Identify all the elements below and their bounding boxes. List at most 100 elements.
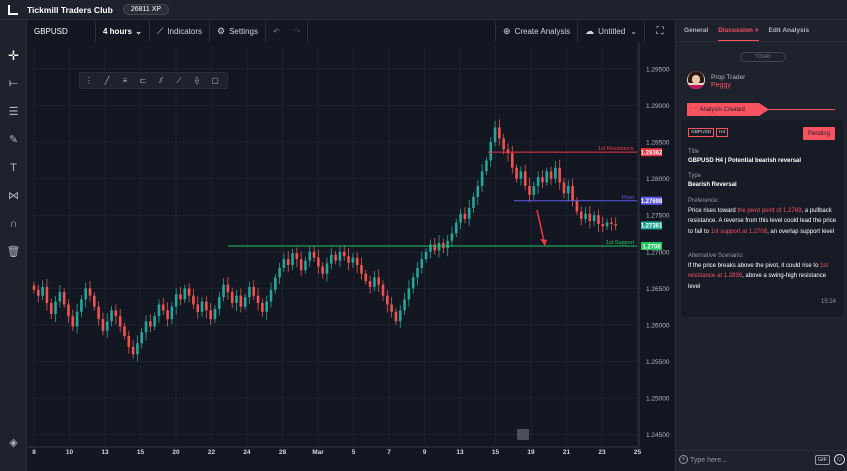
candle-body bbox=[502, 138, 505, 150]
candle-body bbox=[420, 259, 424, 268]
fib-icon[interactable]: ☰ bbox=[5, 103, 22, 120]
drag-icon[interactable]: ⋮ bbox=[80, 73, 98, 88]
y-tick-label: 1.25000 bbox=[646, 396, 670, 403]
candle-body bbox=[407, 288, 411, 300]
candle-body bbox=[183, 288, 187, 300]
app-logo-icon[interactable] bbox=[8, 5, 18, 15]
text-lines-icon[interactable]: ≡ bbox=[116, 73, 134, 88]
price-chart[interactable]: 1.29500 1.29000 1.28500 1.28000 1.27500 1.270… bbox=[27, 42, 675, 471]
symbol-label: GBPUSD bbox=[34, 27, 68, 36]
today-divider: TODAY bbox=[740, 52, 786, 62]
chart-canvas[interactable]: 1.29500 1.29000 1.28500 1.28000 1.27500 1.270… bbox=[27, 42, 675, 471]
layout-dropdown[interactable]: ☁ Untitled ⌄ bbox=[578, 21, 645, 42]
candle-body bbox=[317, 257, 320, 267]
rect-icon[interactable]: ▢ bbox=[206, 73, 224, 88]
candle-body bbox=[222, 284, 225, 298]
chart-background bbox=[27, 42, 675, 471]
magnet-icon[interactable]: ∩ bbox=[5, 215, 22, 232]
preference-text: Price rises toward the pivot point of 1.… bbox=[688, 208, 837, 235]
crosshair-icon[interactable]: ✛ bbox=[5, 47, 22, 64]
candle-body bbox=[252, 286, 256, 296]
y-tick-label: 1.26000 bbox=[646, 322, 670, 329]
fib-tool-icon[interactable]: ⊏ bbox=[134, 73, 152, 88]
candle-body bbox=[140, 332, 144, 344]
type-value: Bearish Reversal bbox=[688, 182, 737, 188]
measure-icon[interactable]: ⟠ bbox=[188, 73, 206, 88]
x-tick-label: 5 bbox=[352, 449, 356, 456]
x-tick-label: 10 bbox=[66, 449, 74, 456]
candle-body bbox=[179, 294, 182, 300]
brush-icon[interactable]: ✎ bbox=[5, 131, 22, 148]
message-composer: + GIF ☺ bbox=[676, 450, 847, 471]
analysis-panel: General Discussion × Edit Analysis TODAY… bbox=[675, 20, 847, 471]
horizontal-line-icon[interactable]: ⟝ bbox=[5, 75, 22, 92]
candle-body bbox=[295, 253, 299, 260]
undo-button[interactable]: ↶ bbox=[266, 21, 287, 42]
candle-body bbox=[579, 211, 583, 219]
pattern-icon[interactable]: ⋈ bbox=[5, 187, 22, 204]
interval-tag: H4 bbox=[716, 128, 729, 137]
tab-discussion-label: Discussion bbox=[718, 26, 753, 34]
x-tick-label: 23 bbox=[598, 449, 606, 456]
create-analysis-button[interactable]: ⊕ Create Analysis bbox=[495, 21, 579, 42]
candle-body bbox=[515, 167, 518, 179]
candle-body bbox=[592, 215, 596, 222]
analysis-created-chip: 📍 Analysis Created bbox=[687, 103, 769, 116]
candle-body bbox=[149, 321, 152, 327]
emoji-icon[interactable]: ☺ bbox=[834, 454, 845, 465]
y-tick-label: 1.27000 bbox=[646, 249, 670, 256]
candle-body bbox=[330, 254, 333, 264]
candle-body bbox=[398, 310, 402, 322]
drawing-tools-sidebar: ✛ ⟝ ☰ ✎ T ⋈ ∩ 🗑 ◈ bbox=[0, 20, 27, 471]
x-tick-label: 25 bbox=[634, 449, 642, 456]
candle-body bbox=[110, 310, 113, 322]
message-input[interactable] bbox=[690, 454, 810, 466]
channel-icon[interactable]: ⫽ bbox=[152, 73, 170, 88]
plus-circle-icon: ⊕ bbox=[503, 26, 511, 36]
candle-body bbox=[321, 266, 324, 274]
candle-body bbox=[390, 304, 393, 312]
candle-body bbox=[459, 213, 462, 223]
candle-body bbox=[373, 277, 376, 287]
settings-button[interactable]: ⚙ Settings bbox=[210, 21, 266, 42]
avatar[interactable] bbox=[687, 71, 705, 89]
xp-badge: 26811 XP bbox=[122, 4, 170, 15]
x-tick-label: 28 bbox=[279, 449, 287, 456]
candle-body bbox=[528, 185, 531, 195]
interval-dropdown[interactable]: 4 hours ⌄ bbox=[96, 21, 150, 42]
tab-discussion[interactable]: Discussion × bbox=[718, 20, 759, 41]
trash-icon[interactable]: 🗑 bbox=[5, 243, 22, 260]
candle-body bbox=[411, 277, 415, 289]
candle-body bbox=[571, 185, 574, 201]
candle-body bbox=[536, 177, 540, 186]
line-icon[interactable]: ⟋ bbox=[170, 73, 188, 88]
candle-body bbox=[454, 222, 458, 234]
candle-body bbox=[84, 288, 87, 300]
candle-body bbox=[153, 316, 156, 327]
close-icon[interactable]: × bbox=[755, 27, 759, 34]
symbol-search[interactable]: GBPUSD bbox=[27, 21, 96, 42]
last-price-text: 1.27361 bbox=[641, 224, 663, 230]
y-tick-label: 1.28500 bbox=[646, 140, 670, 147]
layers-icon[interactable]: ◈ bbox=[5, 434, 22, 451]
create-analysis-label: Create Analysis bbox=[514, 27, 571, 36]
redo-button[interactable]: ↷ bbox=[287, 21, 309, 42]
level-name-label: Pivot bbox=[622, 195, 635, 201]
attach-plus-icon[interactable]: + bbox=[679, 455, 688, 464]
indicators-button[interactable]: ⟋ Indicators bbox=[150, 21, 210, 42]
candle-body bbox=[433, 244, 437, 251]
text-icon[interactable]: T bbox=[5, 159, 22, 176]
tab-edit-analysis[interactable]: Edit Analysis bbox=[769, 20, 810, 41]
candle-body bbox=[605, 222, 609, 227]
candle-body bbox=[136, 343, 139, 355]
pen-icon[interactable]: ╱ bbox=[98, 73, 116, 88]
gif-button[interactable]: GIF bbox=[815, 455, 830, 465]
fullscreen-button[interactable]: ⛶ bbox=[645, 21, 675, 42]
candle-body bbox=[493, 127, 497, 143]
type-label: Type bbox=[688, 173, 702, 179]
author-name[interactable]: Peggy bbox=[711, 82, 731, 89]
tab-general[interactable]: General bbox=[684, 20, 708, 41]
candle-body bbox=[67, 304, 70, 317]
candle-body bbox=[118, 316, 122, 327]
candle-body bbox=[37, 289, 40, 296]
